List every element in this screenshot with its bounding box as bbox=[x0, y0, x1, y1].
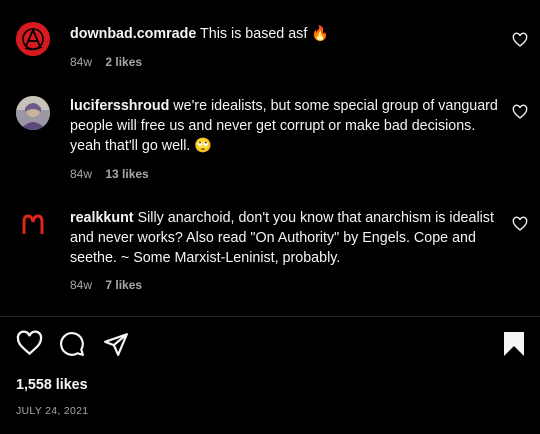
anarchy-logo-avatar-icon bbox=[16, 22, 50, 56]
comment-like-heart-icon[interactable] bbox=[512, 216, 528, 232]
share-icon[interactable] bbox=[103, 331, 129, 357]
comment-meta: 84w 7 likes bbox=[70, 278, 152, 292]
comment-username[interactable]: downbad.comrade bbox=[70, 26, 196, 42]
post-likes-count[interactable]: 1,558 likes bbox=[16, 377, 88, 393]
comment-body: This is based asf bbox=[200, 26, 308, 42]
comment-like-heart-icon[interactable] bbox=[512, 32, 528, 48]
person-avatar-icon bbox=[16, 96, 50, 130]
comment-meta: 84w 13 likes bbox=[70, 167, 159, 181]
comment-likes[interactable]: 7 likes bbox=[105, 278, 142, 292]
divider bbox=[0, 316, 540, 317]
post-date: JULY 24, 2021 bbox=[16, 405, 89, 417]
bookmark-icon[interactable] bbox=[502, 331, 526, 357]
comment-text-block: lucifersshroud we're idealists, but some… bbox=[70, 96, 500, 156]
comment-icon[interactable] bbox=[59, 331, 85, 357]
comment-username[interactable]: realkkunt bbox=[70, 210, 134, 226]
comment-time[interactable]: 84w bbox=[70, 278, 92, 292]
avatar[interactable] bbox=[16, 22, 50, 56]
mcdonalds-logo-avatar-icon bbox=[22, 214, 44, 234]
comment-body: Silly anarchoid, don't you know that ana… bbox=[70, 210, 494, 266]
comment-time[interactable]: 84w bbox=[70, 167, 92, 181]
avatar[interactable] bbox=[16, 208, 50, 242]
comment-like-heart-icon[interactable] bbox=[512, 104, 528, 120]
comment-text-block: downbad.comrade This is based asf 🔥 bbox=[70, 24, 500, 44]
comment-username[interactable]: lucifersshroud bbox=[70, 98, 169, 114]
eye-roll-emoji: 🙄 bbox=[194, 138, 213, 154]
comment-time[interactable]: 84w bbox=[70, 55, 92, 69]
comment-likes[interactable]: 13 likes bbox=[105, 167, 148, 181]
fire-emoji: 🔥 bbox=[311, 26, 330, 42]
comment-text-block: realkkunt Silly anarchoid, don't you kno… bbox=[70, 208, 500, 268]
avatar[interactable] bbox=[16, 96, 50, 130]
comment-likes[interactable]: 2 likes bbox=[105, 55, 142, 69]
comment-meta: 84w 2 likes bbox=[70, 55, 152, 69]
heart-icon[interactable] bbox=[16, 330, 43, 357]
